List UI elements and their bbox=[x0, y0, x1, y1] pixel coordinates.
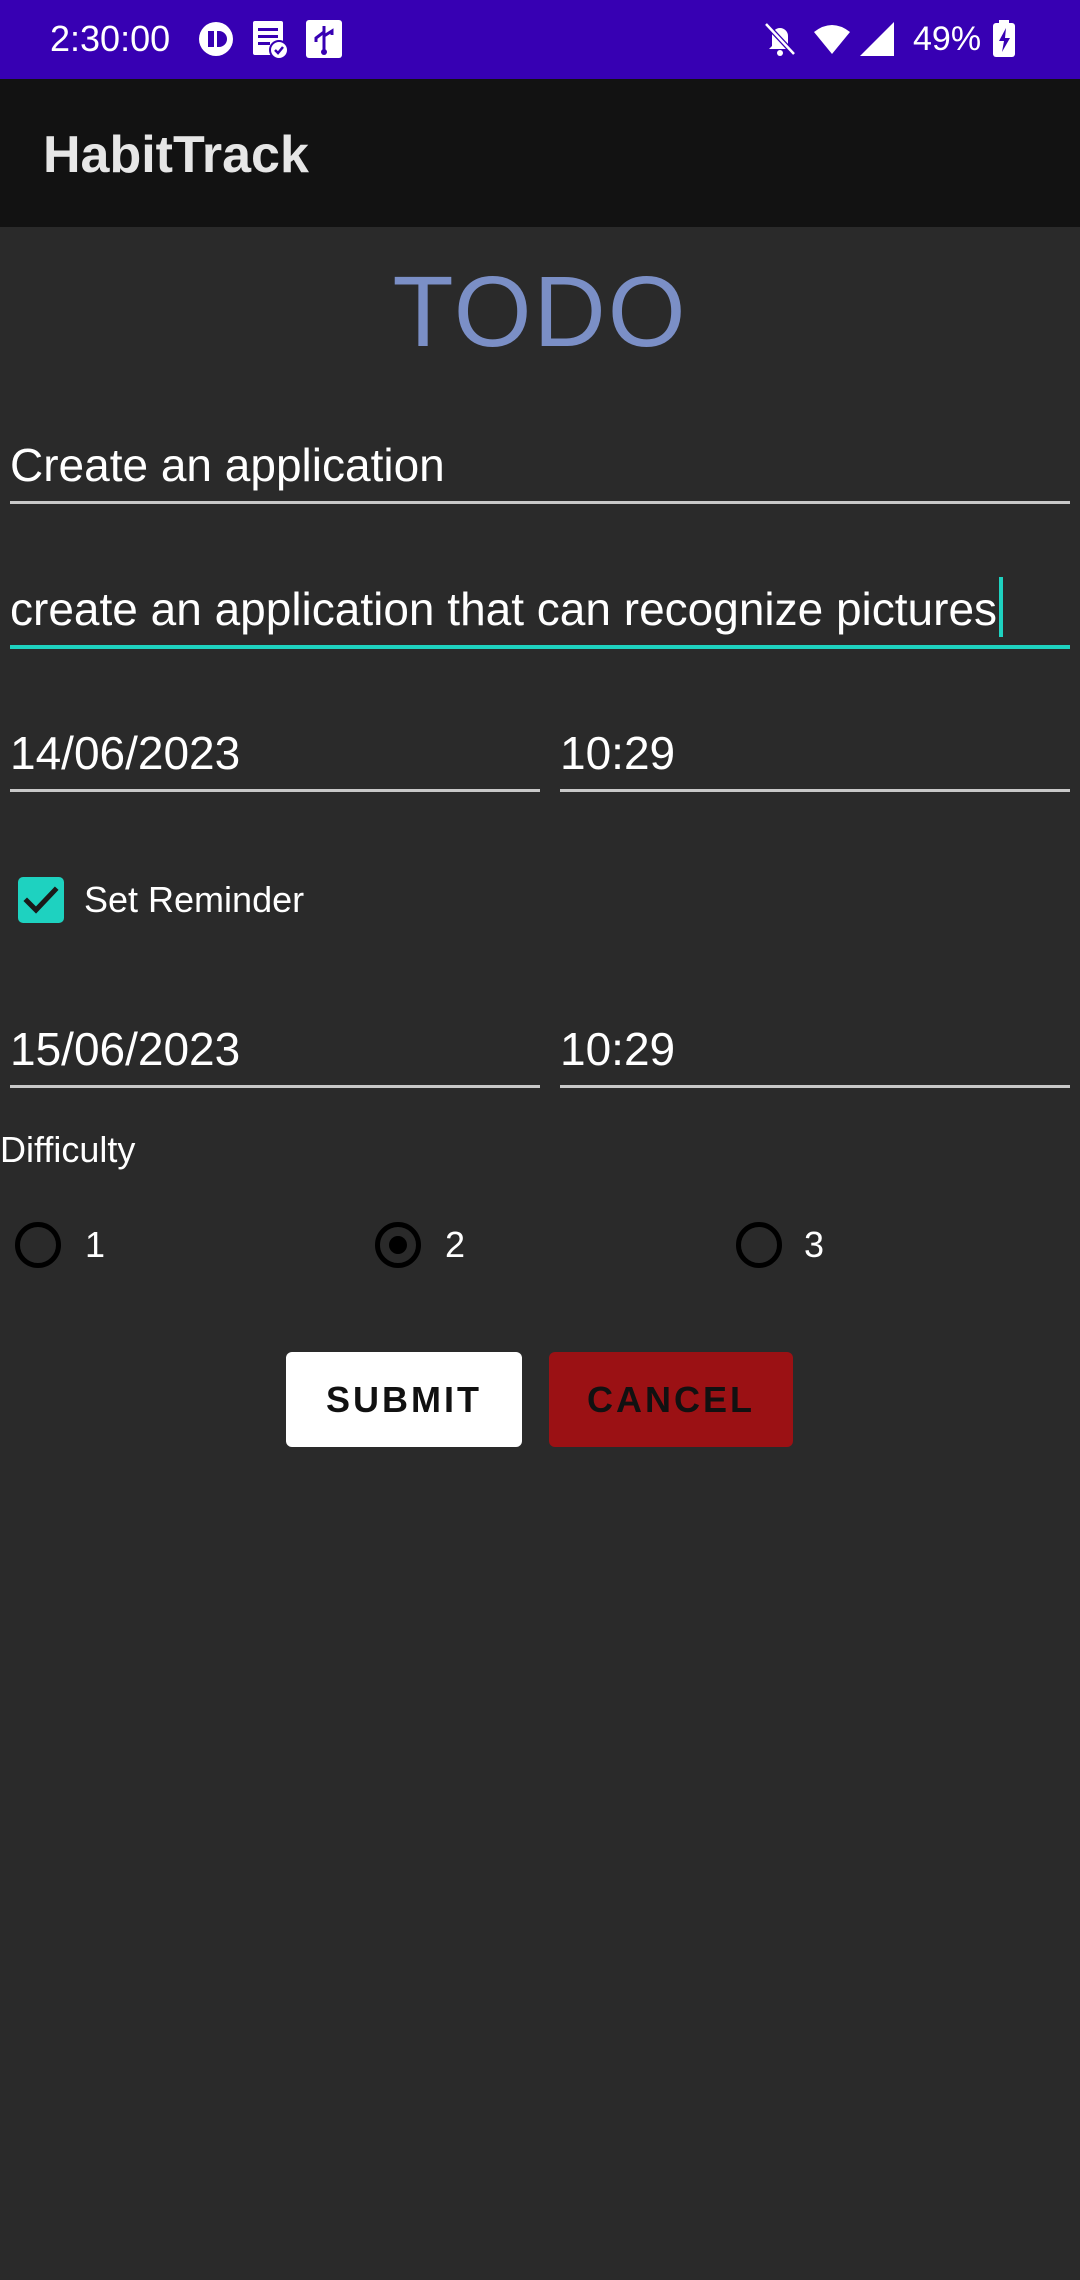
battery-percentage: 49% bbox=[913, 20, 982, 58]
start-time-value: 10:29 bbox=[560, 727, 676, 779]
app-bar: HabitTrack bbox=[0, 79, 1080, 227]
description-field[interactable]: create an application that can recognize… bbox=[10, 577, 1070, 649]
title-field-value: Create an application bbox=[10, 439, 445, 491]
submit-button[interactable]: SUBMIT bbox=[286, 1352, 522, 1447]
start-date-field[interactable]: 14/06/2023 bbox=[10, 722, 540, 792]
status-bar: 2:30:00 49% bbox=[0, 0, 1080, 79]
task-icon bbox=[253, 21, 289, 60]
difficulty-label: Difficulty bbox=[0, 1129, 136, 1170]
description-field-value: create an application that can recognize… bbox=[10, 583, 998, 635]
app-icon bbox=[199, 22, 233, 56]
difficulty-option-label: 1 bbox=[85, 1224, 106, 1265]
todo-form: TODO Create an application create an app… bbox=[0, 227, 1080, 2280]
usb-icon bbox=[306, 20, 342, 58]
reminder-date-value: 15/06/2023 bbox=[10, 1023, 241, 1075]
radio-button-unselected[interactable] bbox=[15, 1222, 61, 1268]
reminder-date-field[interactable]: 15/06/2023 bbox=[10, 1018, 540, 1088]
signal-icon bbox=[860, 22, 894, 56]
mute-icon bbox=[764, 22, 796, 56]
difficulty-option-label: 3 bbox=[804, 1224, 825, 1265]
radio-dot bbox=[389, 1236, 407, 1254]
wifi-icon bbox=[814, 25, 850, 54]
status-time: 2:30:00 bbox=[50, 18, 171, 59]
reminder-time-field[interactable]: 10:29 bbox=[560, 1018, 1070, 1088]
start-time-field[interactable]: 10:29 bbox=[560, 722, 1070, 792]
checkbox-checked[interactable] bbox=[18, 877, 64, 923]
text-cursor bbox=[999, 577, 1004, 637]
battery-charging-icon bbox=[993, 20, 1015, 57]
radio-button-unselected[interactable] bbox=[736, 1222, 782, 1268]
title-field[interactable]: Create an application bbox=[10, 434, 1070, 504]
set-reminder-label: Set Reminder bbox=[84, 879, 305, 920]
cancel-button[interactable]: CANCEL bbox=[549, 1352, 793, 1447]
app-title: HabitTrack bbox=[43, 126, 309, 184]
reminder-time-value: 10:29 bbox=[560, 1023, 676, 1075]
start-date-value: 14/06/2023 bbox=[10, 727, 241, 779]
radio-button-selected[interactable] bbox=[375, 1222, 421, 1268]
page-title: TODO bbox=[392, 256, 688, 368]
checkmark-icon bbox=[23, 886, 59, 914]
difficulty-option-label: 2 bbox=[445, 1224, 466, 1265]
description-field-text: create an application that can recognize… bbox=[10, 577, 1004, 637]
